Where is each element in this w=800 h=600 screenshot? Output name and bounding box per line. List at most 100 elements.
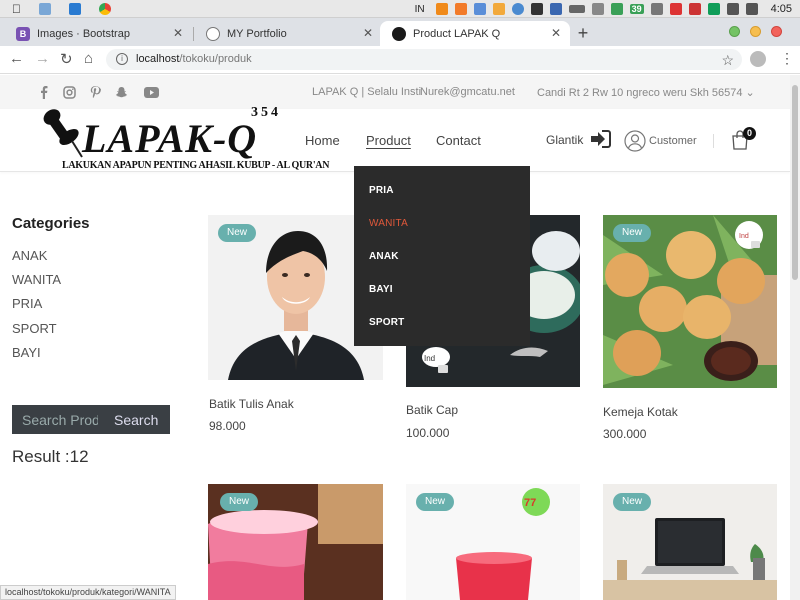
user-icon[interactable] [624, 130, 646, 152]
snapchat-icon[interactable] [114, 85, 128, 99]
search-button[interactable]: Search [114, 412, 158, 428]
back-arrow-icon[interactable]: ← [9, 50, 24, 67]
url-path: /tokoku/produk [179, 53, 252, 65]
chrome-icon[interactable] [99, 2, 111, 15]
dropdown-item-sport[interactable]: SPORT [369, 317, 404, 328]
notes-icon[interactable] [650, 3, 663, 15]
vlc-icon[interactable] [435, 3, 448, 15]
url-field[interactable]: i localhost/tokoku/produk ☆ [106, 49, 742, 70]
home-icon[interactable]: ⌂ [84, 50, 93, 67]
logo-tagline: LAKUKAN APAPUN PENTING AHASIL KUBUP - AL… [62, 160, 330, 171]
tab-title: MY Portfolio [227, 27, 287, 40]
product-name[interactable]: Batik Cap [406, 403, 458, 417]
facebook-icon[interactable] [37, 85, 51, 99]
logo-title[interactable]: LAPAK-Q [82, 115, 257, 162]
svg-text:77: 77 [524, 497, 536, 509]
new-tab-button[interactable]: + [572, 23, 594, 45]
lapak-icon [392, 26, 406, 41]
bookmark-star-icon[interactable]: ☆ [721, 50, 734, 71]
dropdown-item-bayi[interactable]: BAYI [369, 284, 393, 295]
scrollbar-thumb[interactable] [792, 85, 798, 280]
reload-icon[interactable]: ↻ [60, 50, 73, 68]
new-badge: New [613, 493, 652, 511]
profile-avatar[interactable] [750, 51, 766, 67]
category-anak[interactable]: ANAK [12, 248, 47, 263]
tab-product[interactable]: Product LAPAK Q ✕ [380, 21, 570, 46]
xampp-icon[interactable] [454, 3, 467, 15]
svg-text:Ind: Ind [424, 354, 435, 363]
result-count: Result :12 [12, 447, 89, 466]
pinterest-icon[interactable] [88, 85, 102, 99]
shield-icon[interactable] [530, 3, 543, 15]
apple-icon[interactable]:  [12, 2, 21, 16]
vscode-icon[interactable] [69, 2, 81, 15]
sign-in-icon[interactable] [590, 130, 611, 148]
url-host: localhost [136, 53, 180, 65]
os-menu-bar:  IN 39 4:05 [0, 0, 800, 18]
youtube-icon[interactable] [143, 85, 159, 99]
drive-icon[interactable] [707, 3, 720, 15]
page-scrollbar[interactable] [790, 75, 800, 600]
clock[interactable]: 4:05 [771, 3, 792, 15]
dropdown-item-anak[interactable]: ANAK [369, 251, 399, 262]
svg-text:Ind: Ind [739, 233, 749, 240]
tab-bootstrap[interactable]: B Images · Bootstrap ✕ [4, 21, 192, 46]
header-divider [713, 134, 714, 148]
search-input[interactable] [12, 405, 98, 434]
browser-menu-icon[interactable]: ⋮ [780, 50, 794, 67]
grid-icon[interactable] [688, 3, 701, 15]
category-wanita[interactable]: WANITA [12, 272, 61, 287]
tab-portfolio[interactable]: MY Portfolio ✕ [194, 21, 382, 46]
close-tab-icon[interactable]: ✕ [173, 26, 183, 40]
new-badge: New [613, 224, 652, 242]
monitor-icon[interactable] [549, 3, 562, 15]
new-badge: New [220, 493, 259, 511]
fan-icon[interactable] [591, 3, 604, 15]
product-price: 100.000 [406, 426, 450, 440]
wifi-icon[interactable] [726, 3, 739, 15]
address-bar-row: ← → ↻ ⌂ i localhost/tokoku/produk ☆ ⋮ [0, 46, 800, 74]
close-tab-icon[interactable]: ✕ [551, 26, 561, 40]
product-search-box: Search [12, 405, 170, 434]
product-dropdown-menu: PRIA WANITA ANAK BAYI SPORT [354, 166, 530, 346]
chrome-small-icon[interactable] [511, 3, 524, 15]
dropdown-item-pria[interactable]: PRIA [369, 185, 394, 196]
calendar-badge[interactable]: 39 [629, 4, 644, 14]
customer-link[interactable]: Customer [649, 135, 697, 147]
new-badge: New [416, 493, 455, 511]
puzzle-icon[interactable] [492, 3, 505, 15]
globe-icon [206, 26, 220, 41]
category-pria[interactable]: PRIA [12, 296, 42, 311]
nav-product[interactable]: Product [366, 133, 411, 148]
login-link[interactable]: Glantik [546, 133, 583, 147]
dropbox-icon[interactable] [473, 3, 486, 15]
close-app-icon[interactable] [669, 3, 682, 15]
category-sport[interactable]: SPORT [12, 321, 57, 336]
product-price: 98.000 [209, 419, 246, 433]
contact-email[interactable]: Nurek@gmcatu.net [420, 86, 515, 98]
logo-number: 354 [251, 105, 281, 120]
close-window-button[interactable] [771, 26, 782, 37]
link-status-bar: localhost/tokoku/produk/kategori/WANITA [0, 585, 176, 600]
close-tab-icon[interactable]: ✕ [363, 26, 373, 40]
product-name[interactable]: Batik Tulis Anak [209, 397, 294, 411]
info-icon[interactable]: i [116, 53, 128, 65]
nav-contact[interactable]: Contact [436, 133, 481, 148]
maximize-button[interactable] [750, 26, 761, 37]
check-icon[interactable] [610, 3, 623, 15]
forward-arrow-icon[interactable]: → [35, 50, 50, 67]
site-header: LAPAK-Q 354 LAKUKAN APAPUN PENTING AHASI… [0, 105, 790, 172]
volume-icon[interactable] [745, 3, 758, 15]
input-source[interactable]: IN [415, 4, 425, 15]
battery-icon[interactable] [568, 5, 585, 13]
finder-icon[interactable] [39, 2, 51, 15]
store-address[interactable]: Candi Rt 2 Rw 10 ngreco weru Skh 56574 ⌄ [537, 86, 755, 99]
instagram-icon[interactable] [62, 85, 76, 99]
dropdown-item-wanita[interactable]: WANITA [369, 218, 408, 229]
minimize-button[interactable] [729, 26, 740, 37]
tab-title: Images · Bootstrap [37, 27, 130, 40]
tab-title: Product LAPAK Q [413, 27, 501, 40]
product-name[interactable]: Kemeja Kotak [603, 405, 678, 419]
nav-home[interactable]: Home [305, 133, 340, 148]
category-bayi[interactable]: BAYI [12, 345, 41, 360]
